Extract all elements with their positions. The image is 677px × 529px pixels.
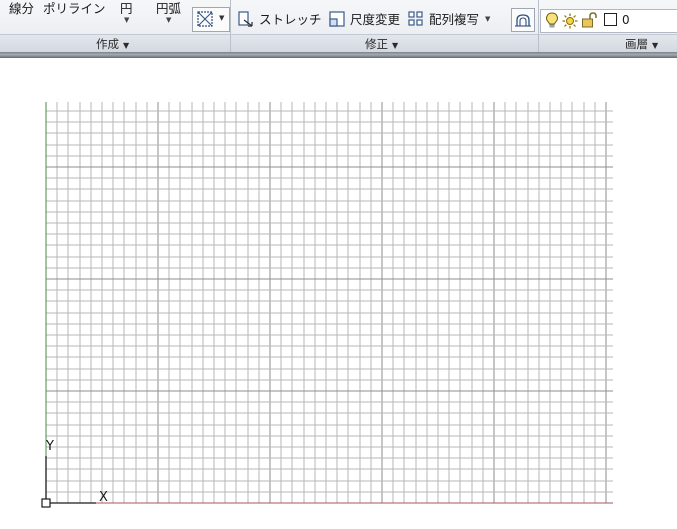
stretch-tool-label: ストレッチ [259, 12, 322, 27]
offset-button[interactable] [511, 8, 535, 32]
ribbon: 線分 ポリライン 円 ▼ 円弧 ▼ ▼ ストレッチ 尺度変更 配列複写 ▼ 0 … [0, 0, 677, 52]
scale-tool-label: 尺度変更 [350, 12, 401, 27]
layer-panel-title-text: 画層 [625, 37, 648, 51]
modify-panel-expand-icon: ▼ [392, 41, 399, 50]
hatch-button[interactable]: ▼ [192, 7, 230, 32]
array-tool-label: 配列複写 [429, 12, 480, 27]
layer-panel-expand-icon: ▼ [652, 41, 659, 50]
layer-color-swatch[interactable] [604, 13, 617, 26]
hatch-icon [197, 11, 213, 27]
grid [45, 102, 613, 504]
circle-tool-button[interactable]: 円 [120, 0, 133, 17]
circle-dropdown-icon[interactable]: ▼ [124, 16, 129, 24]
hatch-dropdown-icon[interactable]: ▼ [219, 14, 224, 22]
draw-panel-title[interactable]: 作成 ▼ [96, 36, 129, 52]
modify-panel-title-text: 修正 [365, 37, 388, 51]
panel-separator [230, 35, 231, 52]
stretch-icon [238, 10, 253, 27]
drawing-area[interactable]: Y X [0, 58, 677, 529]
arc-tool-button[interactable]: 円弧 [156, 0, 181, 17]
draw-panel-title-text: 作成 [96, 37, 119, 51]
offset-icon [515, 14, 531, 27]
current-layer-name: 0 [622, 13, 630, 27]
stretch-tool-button[interactable]: ストレッチ [237, 9, 322, 28]
modify-panel-title[interactable]: 修正 ▼ [365, 36, 398, 52]
sun-icon[interactable] [562, 13, 578, 29]
unlock-icon[interactable] [581, 12, 597, 28]
scale-icon [329, 10, 345, 27]
line-tool-button[interactable]: 線分 [9, 0, 34, 17]
array-icon [408, 10, 423, 26]
ucs-y-label: Y [45, 439, 54, 454]
array-tool-button[interactable]: 配列複写 [407, 9, 479, 28]
drawing-canvas: Y X [41, 102, 613, 508]
layer-panel-title[interactable]: 画層 ▼ [625, 36, 658, 52]
draw-panel-expand-icon: ▼ [123, 41, 130, 50]
array-dropdown-icon[interactable]: ▼ [485, 15, 490, 23]
ucs-x-label: X [99, 490, 108, 505]
scale-tool-button[interactable]: 尺度変更 [328, 9, 400, 28]
layer-dropdown[interactable]: 0 [540, 9, 677, 33]
arc-dropdown-icon[interactable]: ▼ [166, 16, 171, 24]
polyline-tool-button[interactable]: ポリライン [43, 0, 106, 17]
panel-title-bar: 作成 ▼ 修正 ▼ 画層 ▼ [0, 34, 677, 52]
lightbulb-icon[interactable] [545, 12, 559, 29]
panel-separator [538, 35, 539, 52]
